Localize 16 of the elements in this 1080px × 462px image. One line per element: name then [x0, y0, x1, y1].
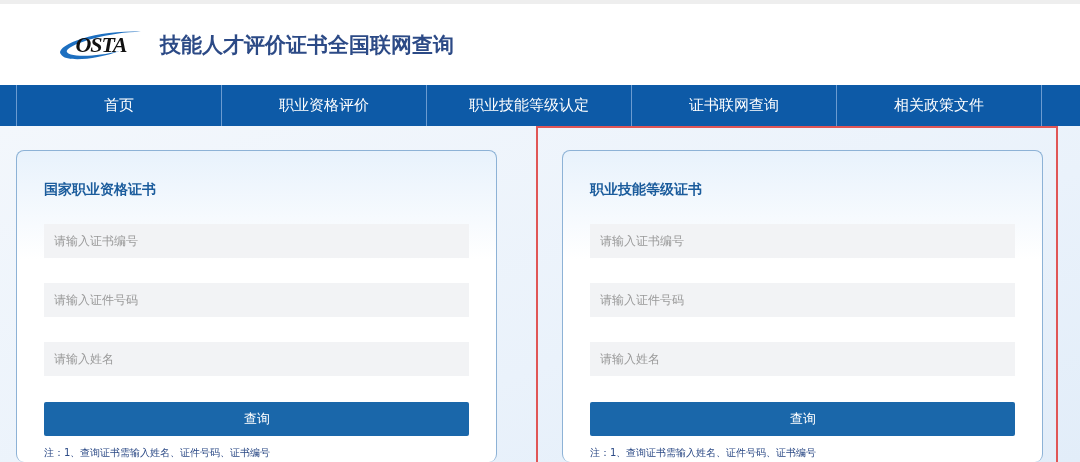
query-button[interactable]: 查询 — [44, 402, 469, 436]
nav-link[interactable]: 相关政策文件 — [836, 85, 1042, 126]
input-field[interactable]: 请输入姓名 — [590, 342, 1015, 376]
card-title: 职业技能等级证书 — [590, 181, 703, 199]
input-field[interactable]: 请输入证书编号 — [590, 224, 1015, 258]
input-field[interactable]: 请输入证书编号 — [44, 224, 469, 258]
query-button[interactable]: 查询 — [590, 402, 1015, 436]
site-title: 技能人才评价证书全国联网查询 — [160, 31, 454, 59]
input-field[interactable]: 请输入证件号码 — [590, 283, 1015, 317]
note-text: 注：1、查询证书需输入姓名、证件号码、证书编号 — [590, 446, 818, 460]
card-title: 国家职业资格证书 — [44, 181, 157, 199]
nav-link[interactable]: 证书联网查询 — [631, 85, 836, 126]
input-field[interactable]: 请输入证件号码 — [44, 283, 469, 317]
logo-text: OSTA — [75, 31, 127, 58]
note-text: 注：1、查询证书需输入姓名、证件号码、证书编号 — [44, 446, 272, 460]
input-field[interactable]: 请输入姓名 — [44, 342, 469, 376]
